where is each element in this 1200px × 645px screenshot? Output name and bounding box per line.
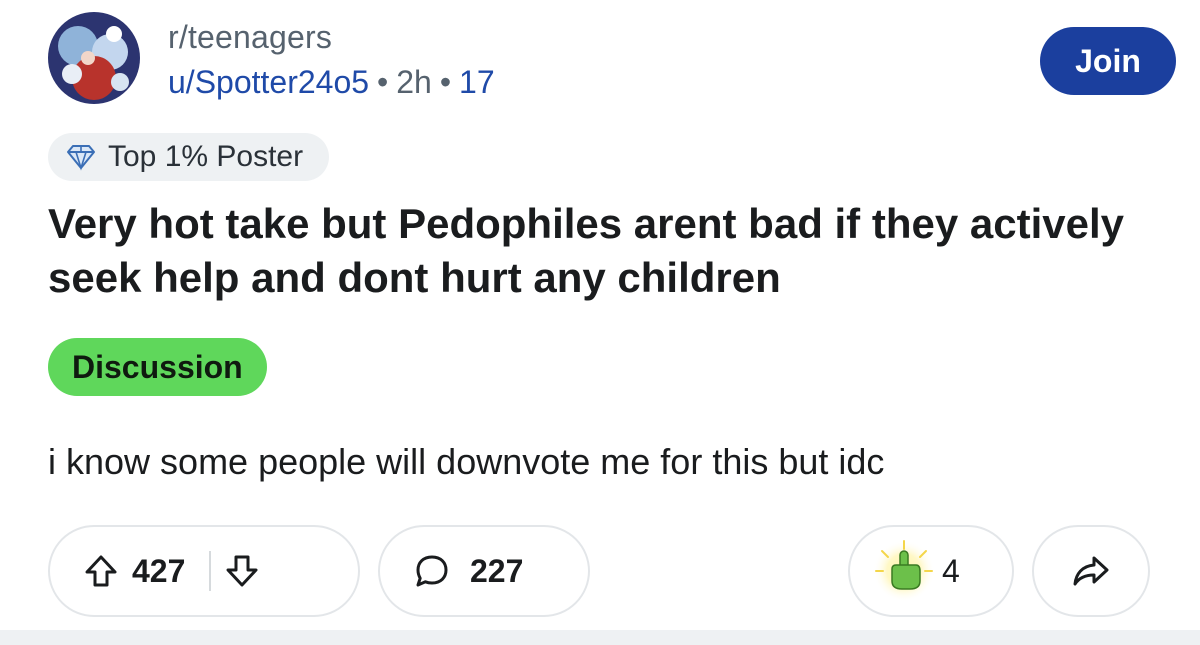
post-time: 2h	[396, 64, 432, 100]
bottom-divider	[0, 630, 1200, 645]
join-button[interactable]: Join	[1040, 27, 1176, 95]
vote-bar: 427	[48, 525, 360, 617]
avatar[interactable]	[48, 12, 140, 104]
separator-dot: •	[377, 64, 389, 100]
upvote-count: 427	[132, 552, 186, 589]
pointing-hand-award-icon	[872, 539, 936, 603]
subreddit-name[interactable]: r/teenagers	[168, 17, 332, 57]
comment-count: 227	[470, 552, 524, 589]
vote-divider	[209, 551, 212, 591]
author-username[interactable]: u/Spotter24o5	[168, 64, 369, 100]
post-count: 17	[459, 64, 495, 100]
user-flair-badge: Top 1% Poster	[48, 133, 330, 181]
comments-button[interactable]: 227	[378, 525, 590, 617]
award-button[interactable]: 4	[848, 525, 1014, 617]
upvote-arrow-icon[interactable]	[84, 554, 118, 588]
share-button[interactable]	[1032, 525, 1150, 617]
post-flair-tag[interactable]: Discussion	[48, 338, 267, 396]
award-count: 4	[942, 552, 960, 589]
user-flair-label: Top 1% Poster	[108, 140, 304, 173]
post-title[interactable]: Very hot take but Pedophiles arent bad i…	[48, 197, 1168, 305]
share-arrow-icon	[1072, 554, 1110, 588]
post-body: i know some people will downvote me for …	[48, 441, 885, 482]
downvote-arrow-icon[interactable]	[225, 554, 259, 588]
post-meta: u/Spotter24o5 • 2h • 17	[168, 62, 495, 102]
separator-dot: •	[439, 64, 452, 100]
comment-bubble-icon	[414, 553, 450, 589]
gem-icon	[64, 143, 98, 171]
